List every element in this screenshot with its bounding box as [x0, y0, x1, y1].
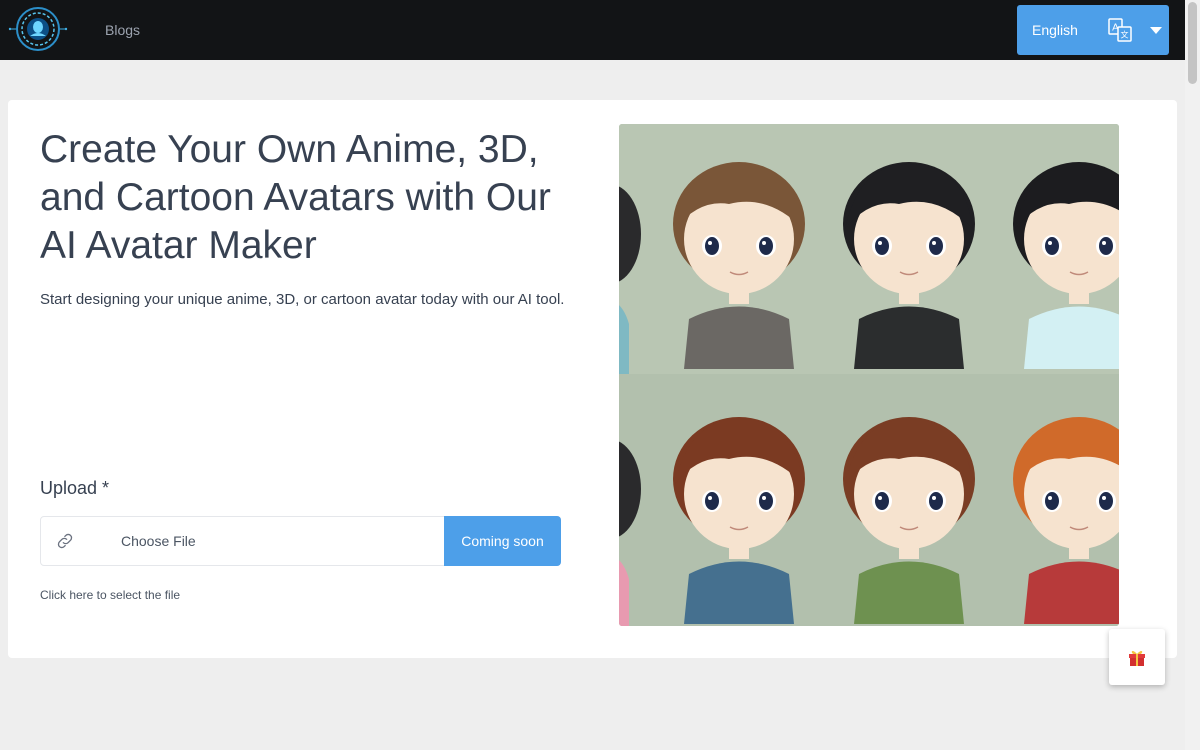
avatar-illustration	[619, 124, 1119, 626]
choose-file-text: Choose File	[121, 533, 196, 549]
nav-link-blogs[interactable]: Blogs	[105, 22, 140, 38]
page-scrollbar[interactable]	[1185, 0, 1200, 750]
chevron-down-icon	[1150, 26, 1162, 34]
translate-icon: A 文	[1108, 18, 1132, 42]
top-navbar: Blogs English A 文	[0, 0, 1185, 60]
page-subtitle: Start designing your unique anime, 3D, o…	[40, 291, 565, 308]
avatar-figure	[843, 162, 975, 369]
language-label: English	[1032, 22, 1078, 38]
coming-soon-button[interactable]: Coming soon	[444, 516, 561, 566]
gift-button[interactable]	[1109, 629, 1165, 685]
avatar-figure	[673, 162, 805, 369]
avatar-figure	[673, 417, 805, 624]
avatar-figure	[843, 417, 975, 624]
hero-card: Create Your Own Anime, 3D, and Cartoon A…	[8, 100, 1177, 658]
page-title: Create Your Own Anime, 3D, and Cartoon A…	[40, 128, 551, 267]
language-selector[interactable]: English A 文	[1017, 5, 1169, 55]
svg-text:文: 文	[1121, 30, 1129, 40]
link-icon	[57, 533, 73, 549]
logo-icon[interactable]	[8, 3, 68, 55]
upload-hint: Click here to select the file	[40, 588, 181, 602]
upload-label: Upload *	[40, 478, 110, 498]
gift-icon	[1129, 650, 1145, 666]
scrollbar-thumb[interactable]	[1188, 2, 1197, 84]
